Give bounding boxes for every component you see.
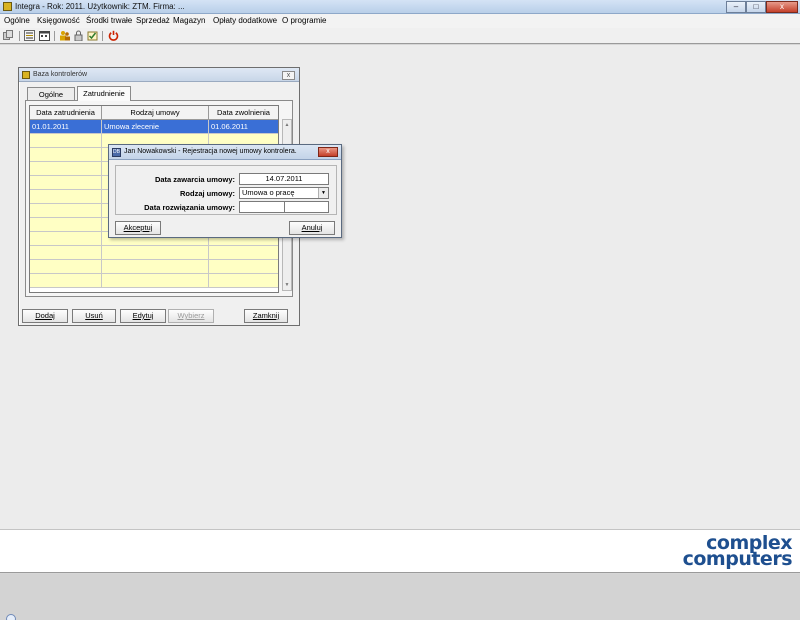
menu-magazyn[interactable]: Magazyn xyxy=(173,16,205,25)
close-button[interactable]: Zamknij xyxy=(244,309,288,323)
close-app-button[interactable]: x xyxy=(766,1,798,13)
date-signed-input[interactable]: 14.07.2011 xyxy=(239,173,329,185)
table-cell[interactable] xyxy=(30,176,102,190)
chevron-down-icon[interactable]: ▼ xyxy=(318,188,328,198)
cancel-button[interactable]: Anuluj xyxy=(289,221,335,235)
list-icon[interactable] xyxy=(24,30,35,41)
taskbar-area xyxy=(0,574,800,620)
app-title-bar: Integra - Rok: 2011. Użytkownik: ZTM. Fi… xyxy=(0,0,800,14)
logo-line-2: computers xyxy=(682,548,793,570)
dialog-close-icon[interactable]: x xyxy=(318,147,338,157)
toolbar-separator xyxy=(102,31,103,41)
cancel-button-label: Anuluj xyxy=(301,223,323,232)
toolbar xyxy=(0,28,800,44)
edit-button-label: Edytuj xyxy=(132,311,154,320)
table-cell[interactable] xyxy=(102,260,209,274)
menu-sprzedaz[interactable]: Sprzedaż xyxy=(136,16,170,25)
dialog-title: Jan Nowakowski - Rejestracja nowej umowy… xyxy=(124,148,297,155)
grid-header: Data zatrudnienia Rodzaj umowy Data zwol… xyxy=(30,106,278,120)
maximize-button[interactable]: □ xyxy=(746,1,766,13)
table-cell[interactable]: Umowa zlecenie xyxy=(102,120,209,134)
table-cell[interactable] xyxy=(30,274,102,288)
dialog-icon: DB xyxy=(112,148,121,157)
app-icon xyxy=(3,2,12,11)
table-row[interactable]: 01.01.2011 Umowa zlecenie 01.06.2011 xyxy=(30,120,278,134)
column-header[interactable]: Rodzaj umowy xyxy=(102,106,209,120)
select-button-label: Wybierz xyxy=(177,311,205,320)
branding-band: complex computers xyxy=(0,529,800,573)
menu-o-programie[interactable]: O programie xyxy=(282,16,326,25)
window-title: Baza kontrolerów xyxy=(33,71,88,78)
window-title-bar: Baza kontrolerów x xyxy=(19,68,299,82)
column-header[interactable]: Data zwolnienia xyxy=(209,106,278,120)
complex-computers-logo: complex computers xyxy=(682,534,793,570)
power-icon[interactable] xyxy=(108,30,119,41)
table-cell[interactable] xyxy=(30,190,102,204)
table-row[interactable] xyxy=(30,260,278,274)
tab-zatrudnienie[interactable]: Zatrudnienie xyxy=(77,86,131,101)
toolbar-separator xyxy=(54,31,55,41)
table-cell[interactable] xyxy=(30,134,102,148)
menu-srodki-trwale[interactable]: Środki trwałe xyxy=(86,16,132,25)
table-cell[interactable] xyxy=(30,232,102,246)
date-signed-label: Data zawarcia umowy: xyxy=(154,175,235,184)
table-cell[interactable] xyxy=(30,162,102,176)
lock-icon[interactable] xyxy=(73,30,84,41)
scroll-down-icon[interactable]: ▼ xyxy=(283,281,291,289)
table-cell[interactable] xyxy=(102,274,209,288)
table-cell[interactable] xyxy=(30,148,102,162)
scroll-up-icon[interactable]: ▲ xyxy=(283,121,291,129)
date-end-input-extra[interactable] xyxy=(284,201,329,213)
table-cell[interactable]: 01.01.2011 xyxy=(30,120,102,134)
dialog-form: Data zawarcia umowy: 14.07.2011 Rodzaj u… xyxy=(115,165,337,215)
table-row[interactable] xyxy=(30,246,278,260)
select-button[interactable]: Wybierz xyxy=(168,309,214,323)
menu-bar: Ogólne Księgowość Środki trwałe Sprzedaż… xyxy=(0,14,800,28)
copy-icon[interactable] xyxy=(3,30,14,41)
menu-oplaty-dodatkowe[interactable]: Opłaty dodatkowe xyxy=(213,16,277,25)
table-cell[interactable] xyxy=(102,246,209,260)
table-cell[interactable] xyxy=(209,260,278,274)
column-header[interactable]: Data zatrudnienia xyxy=(30,106,102,120)
tab-ogolne[interactable]: Ogólne xyxy=(27,87,75,101)
users-icon[interactable] xyxy=(59,30,70,41)
menu-ogolne[interactable]: Ogólne xyxy=(4,16,30,25)
start-orb-icon[interactable] xyxy=(6,614,16,620)
toolbar-separator xyxy=(19,31,20,41)
table-cell[interactable] xyxy=(30,218,102,232)
window-icon xyxy=(22,71,30,79)
close-icon[interactable]: x xyxy=(282,71,295,80)
close-button-label: Zamknij xyxy=(252,311,280,320)
table-row[interactable] xyxy=(30,274,278,288)
accept-button[interactable]: Akceptuj xyxy=(115,221,161,235)
check-icon[interactable] xyxy=(87,30,98,41)
table-cell[interactable] xyxy=(209,246,278,260)
edit-button[interactable]: Edytuj xyxy=(120,309,166,323)
window-controls: – □ x xyxy=(726,1,798,13)
add-button-label: Dodaj xyxy=(35,311,55,320)
dialog-title-bar: DB Jan Nowakowski - Rejestracja nowej um… xyxy=(109,145,341,160)
table-cell[interactable] xyxy=(30,204,102,218)
table-cell[interactable] xyxy=(30,246,102,260)
contract-type-select[interactable]: Umowa o pracę ▼ xyxy=(239,187,329,199)
menu-ksiegowosc[interactable]: Księgowość xyxy=(37,16,80,25)
minimize-button[interactable]: – xyxy=(726,1,746,13)
calendar-icon[interactable] xyxy=(39,30,50,41)
table-cell[interactable]: 01.06.2011 xyxy=(209,120,278,134)
delete-button-label: Usuń xyxy=(85,311,103,320)
table-cell[interactable] xyxy=(30,260,102,274)
delete-button[interactable]: Usuń xyxy=(72,309,116,323)
contract-type-value: Umowa o pracę xyxy=(242,188,295,197)
contract-type-label: Rodzaj umowy: xyxy=(179,189,235,198)
add-button[interactable]: Dodaj xyxy=(22,309,68,323)
table-cell[interactable] xyxy=(209,274,278,288)
app-title: Integra - Rok: 2011. Użytkownik: ZTM. Fi… xyxy=(15,2,185,11)
new-contract-dialog: DB Jan Nowakowski - Rejestracja nowej um… xyxy=(108,144,342,238)
date-end-label: Data rozwiązania umowy: xyxy=(144,203,235,212)
date-end-input[interactable] xyxy=(239,201,285,213)
accept-button-label: Akceptuj xyxy=(123,223,153,232)
